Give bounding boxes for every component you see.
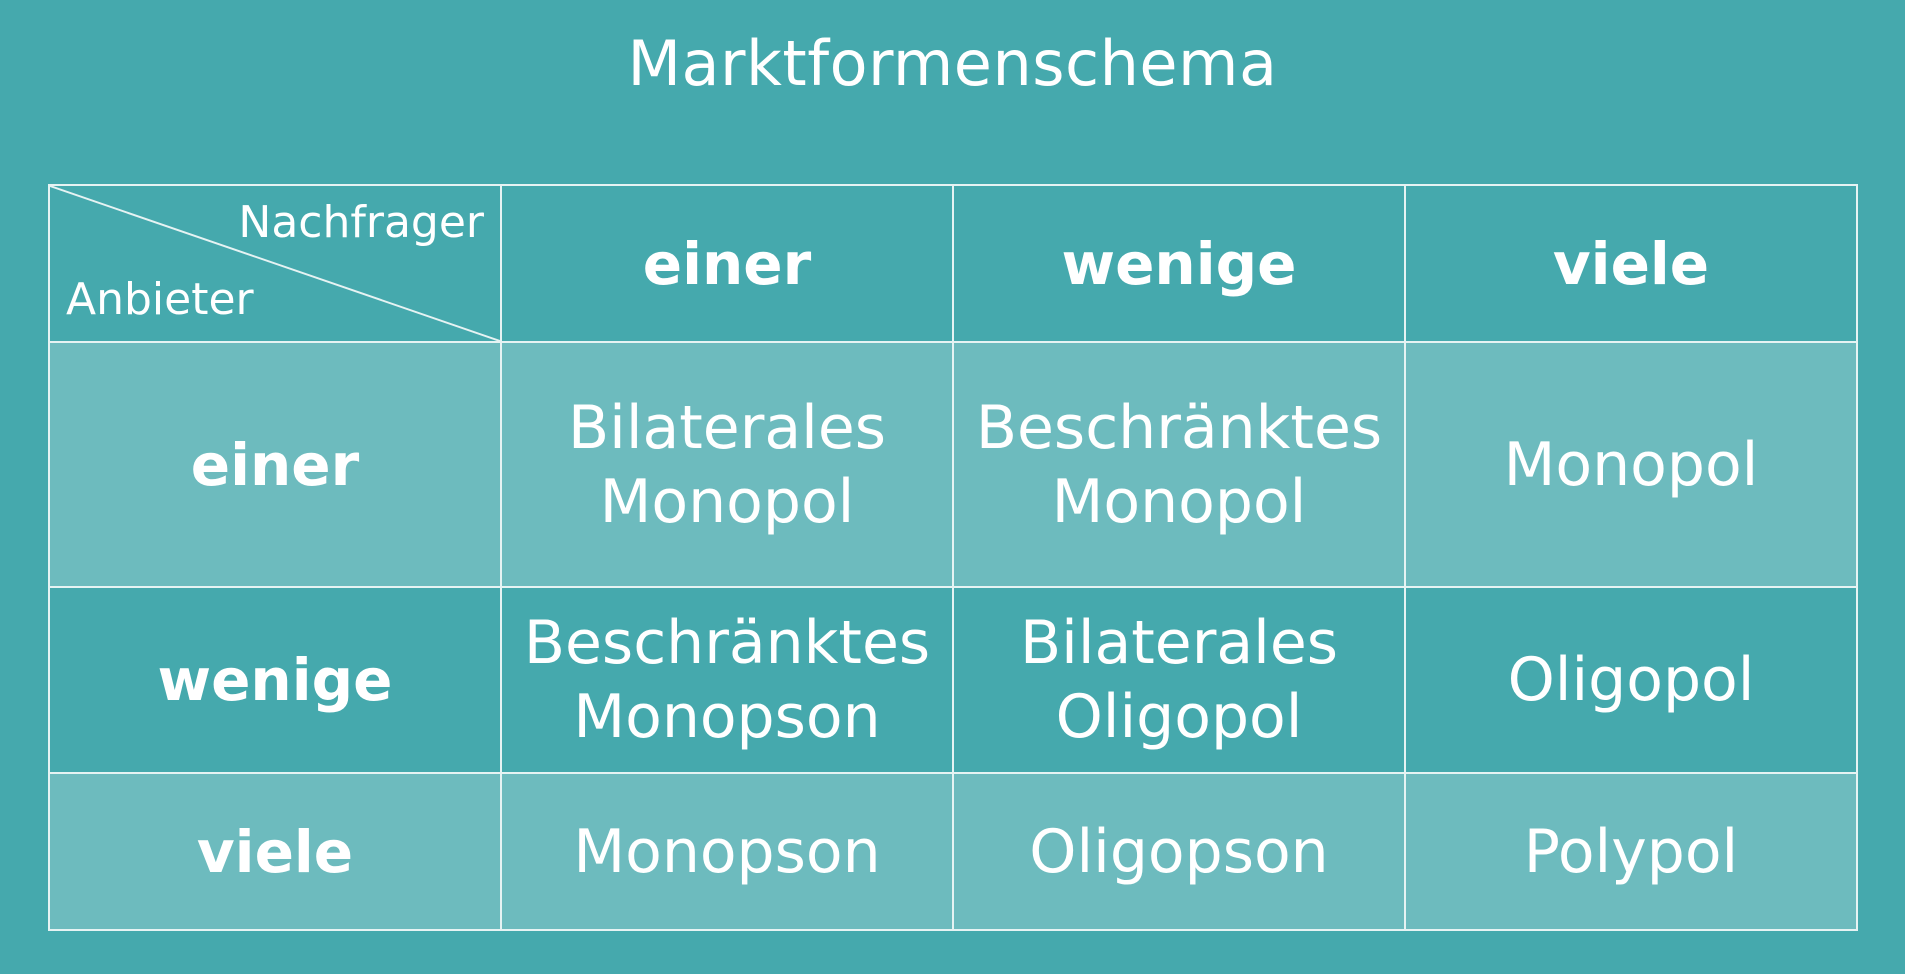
row-header: viele [48, 772, 502, 931]
column-header: viele [1404, 184, 1858, 343]
diagram-title: Marktformenschema [627, 27, 1278, 100]
row-header: einer [48, 341, 502, 588]
header-row: Nachfrager Anbieter einer wenige viele [48, 184, 1858, 343]
market-form-cell: Bilaterales Oligopol [952, 586, 1406, 774]
market-form-cell: Beschränktes Monopol [952, 341, 1406, 588]
cell-text-line: Bilaterales [1020, 608, 1338, 678]
market-form-cell: Monopson [500, 772, 954, 931]
table-row: wenige Beschränktes Monopson Bilaterales… [48, 586, 1858, 774]
market-form-cell: Bilaterales Monopol [500, 341, 954, 588]
table-row: einer Bilaterales Monopol Beschränktes M… [48, 341, 1858, 588]
row-header: wenige [48, 586, 502, 774]
cell-text-line: Oligopson [1029, 816, 1329, 887]
column-header: einer [500, 184, 954, 343]
market-form-cell: Monopol [1404, 341, 1858, 588]
market-form-cell: Oligopol [1404, 586, 1858, 774]
market-forms-table: Nachfrager Anbieter einer wenige viele e… [48, 184, 1858, 931]
cell-text-line: Oligopol [1055, 682, 1303, 752]
table-row: viele Monopson Oligopson Polypol [48, 772, 1858, 931]
cell-text-line: Monopson [573, 816, 881, 887]
cell-text-line: Monopson [573, 682, 881, 752]
market-form-cell: Oligopson [952, 772, 1406, 931]
supply-side-label: Anbieter [66, 274, 254, 325]
corner-cell: Nachfrager Anbieter [48, 184, 502, 343]
cell-text-line: Monopol [1051, 466, 1307, 537]
column-header: wenige [952, 184, 1406, 343]
cell-text-line: Beschränktes [523, 608, 931, 678]
cell-text-line: Monopol [1503, 429, 1759, 500]
market-form-cell: Beschränktes Monopson [500, 586, 954, 774]
cell-text-line: Polypol [1523, 816, 1739, 887]
cell-text-line: Bilaterales [568, 392, 886, 463]
cell-text-line: Oligopol [1507, 645, 1755, 715]
demand-side-label: Nachfrager [238, 197, 484, 248]
cell-text-line: Monopol [599, 466, 855, 537]
market-form-cell: Polypol [1404, 772, 1858, 931]
cell-text-line: Beschränktes [975, 392, 1383, 463]
